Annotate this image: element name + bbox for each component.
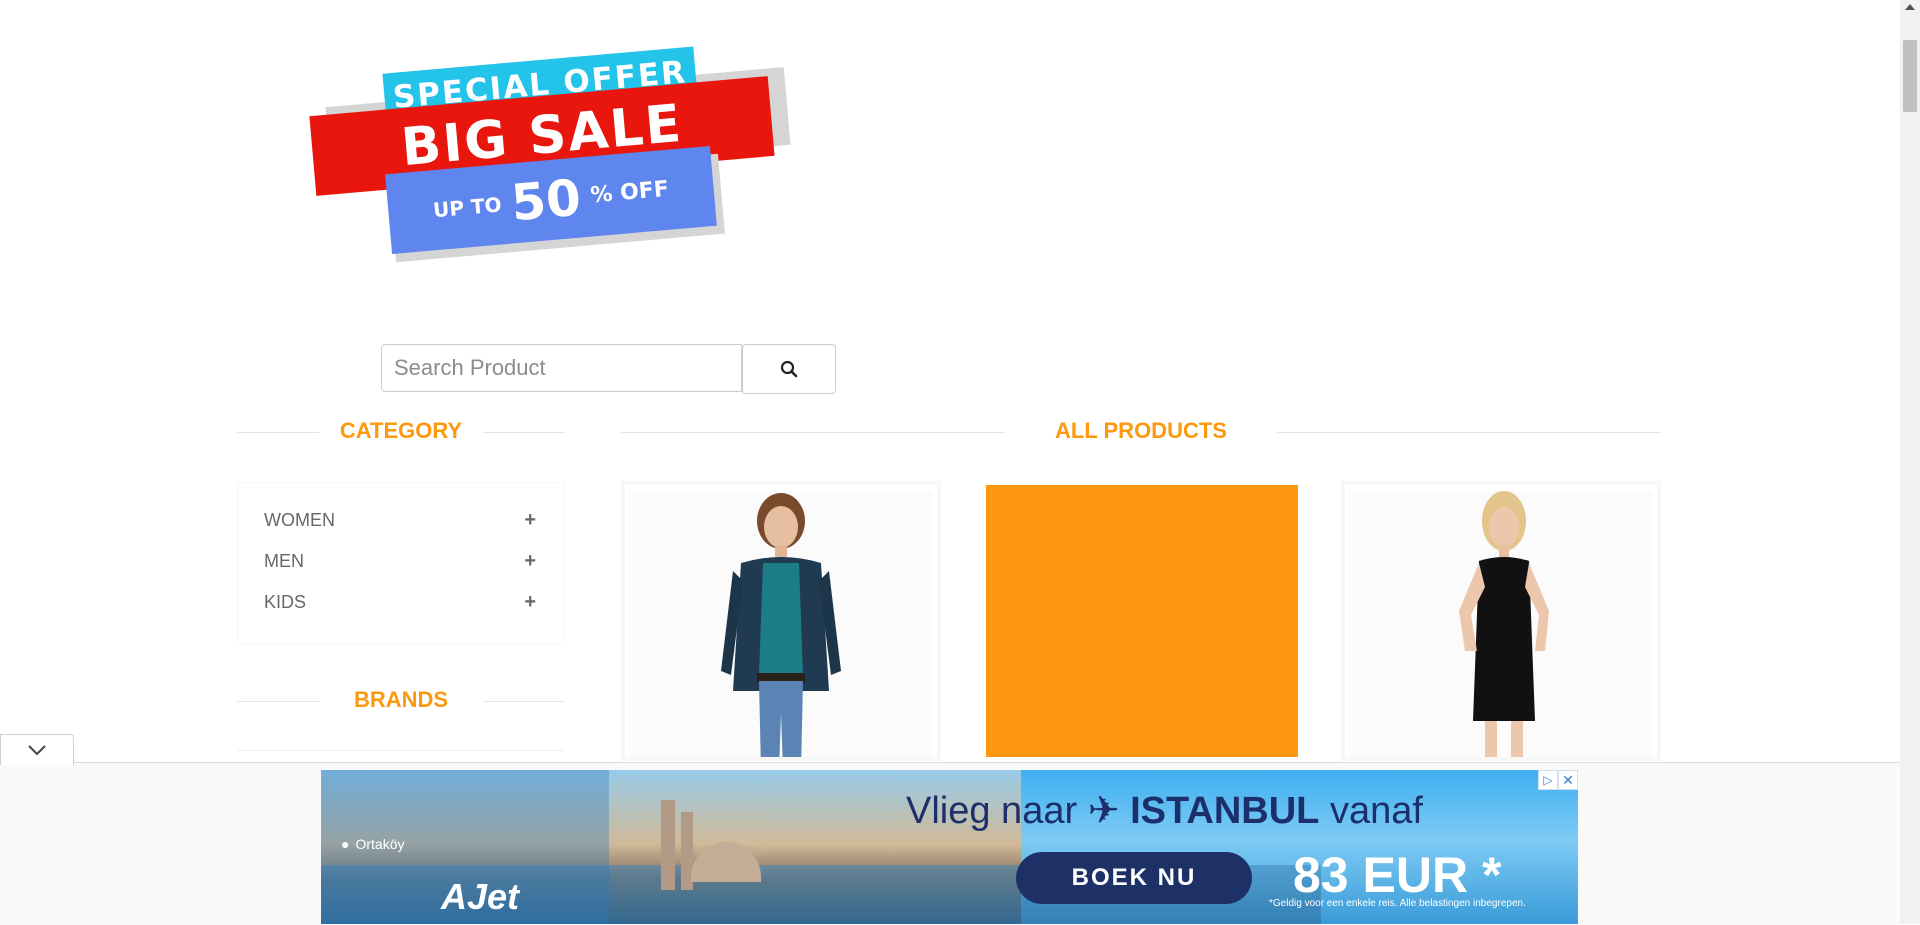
woman-in-black-dress-photo — [1459, 491, 1549, 757]
scrollbar-thumb[interactable] — [1903, 40, 1917, 112]
adchoices-icon[interactable]: ▷ — [1538, 770, 1558, 790]
ad-collapse-button[interactable] — [0, 734, 74, 765]
product-image[interactable] — [1349, 491, 1653, 757]
category-item-label: WOMEN — [264, 509, 335, 530]
product-image[interactable] — [629, 491, 933, 757]
product-image-placeholder[interactable] — [986, 485, 1298, 757]
divider — [1277, 432, 1661, 433]
ad-title-city: ISTANBUL — [1130, 790, 1320, 832]
scroll-up-arrow-icon[interactable] — [1905, 4, 1915, 10]
category-heading: CATEGORY — [339, 418, 463, 443]
divider — [621, 432, 1005, 433]
chevron-down-icon — [28, 745, 46, 756]
product-card[interactable] — [621, 481, 941, 761]
promo-up-to: UP TO — [432, 192, 503, 223]
promo-banner: SPECIAL OFFER BIG SALE UP TO 50 % OFF — [306, 44, 792, 266]
search-input[interactable] — [381, 344, 742, 392]
location-pin-icon: ● — [341, 836, 350, 852]
vertical-scrollbar[interactable] — [1900, 0, 1920, 924]
divider — [483, 701, 565, 702]
divider — [237, 432, 319, 433]
category-item-label: KIDS — [264, 591, 307, 612]
plus-icon[interactable]: + — [524, 550, 536, 573]
ad-location: ● Ortaköy — [341, 836, 404, 852]
ad-title: Vlieg naar ✈ ISTANBUL vanaf — [906, 788, 1423, 833]
promo-percent: 50 — [508, 168, 584, 233]
category-item-men[interactable]: MEN + — [264, 549, 536, 573]
all-products-heading: ALL PRODUCTS — [1055, 418, 1227, 443]
category-item-women[interactable]: WOMEN + — [264, 508, 536, 532]
plus-icon[interactable]: + — [524, 509, 536, 532]
ad-brand-logo: AJet — [441, 876, 520, 917]
search-icon — [780, 360, 798, 378]
product-card[interactable] — [982, 481, 1302, 761]
book-now-button[interactable]: BOEK NU — [1016, 852, 1252, 904]
woman-in-cardigan-photo — [721, 493, 841, 757]
ad-title-pre: Vlieg naar — [906, 790, 1078, 832]
search-button[interactable] — [742, 344, 836, 394]
ad-price: 83 EUR * — [1293, 847, 1502, 903]
search-bar — [381, 344, 836, 394]
brands-heading: BRANDS — [353, 687, 449, 712]
product-card[interactable] — [1341, 481, 1661, 761]
divider — [237, 701, 319, 702]
category-item-kids[interactable]: KIDS + — [264, 590, 536, 614]
plus-icon[interactable]: + — [524, 591, 536, 614]
plane-icon: ✈ — [1087, 790, 1120, 832]
divider — [483, 432, 565, 433]
ad-title-post: vanaf — [1329, 790, 1423, 832]
category-panel: WOMEN + MEN + KIDS + — [237, 482, 565, 644]
category-item-label: MEN — [264, 550, 304, 571]
ad-location-label: Ortaköy — [355, 836, 405, 852]
ad-banner[interactable]: ● Ortaköy AJet Vlieg naar ✈ ISTANBUL van… — [321, 770, 1578, 924]
promo-percent-off: % OFF — [589, 176, 670, 209]
close-icon[interactable]: ✕ — [1558, 770, 1578, 790]
ad-fine-print: *Geldig voor een enkele reis. Alle belas… — [1269, 898, 1526, 909]
ad-minaret — [661, 800, 675, 890]
